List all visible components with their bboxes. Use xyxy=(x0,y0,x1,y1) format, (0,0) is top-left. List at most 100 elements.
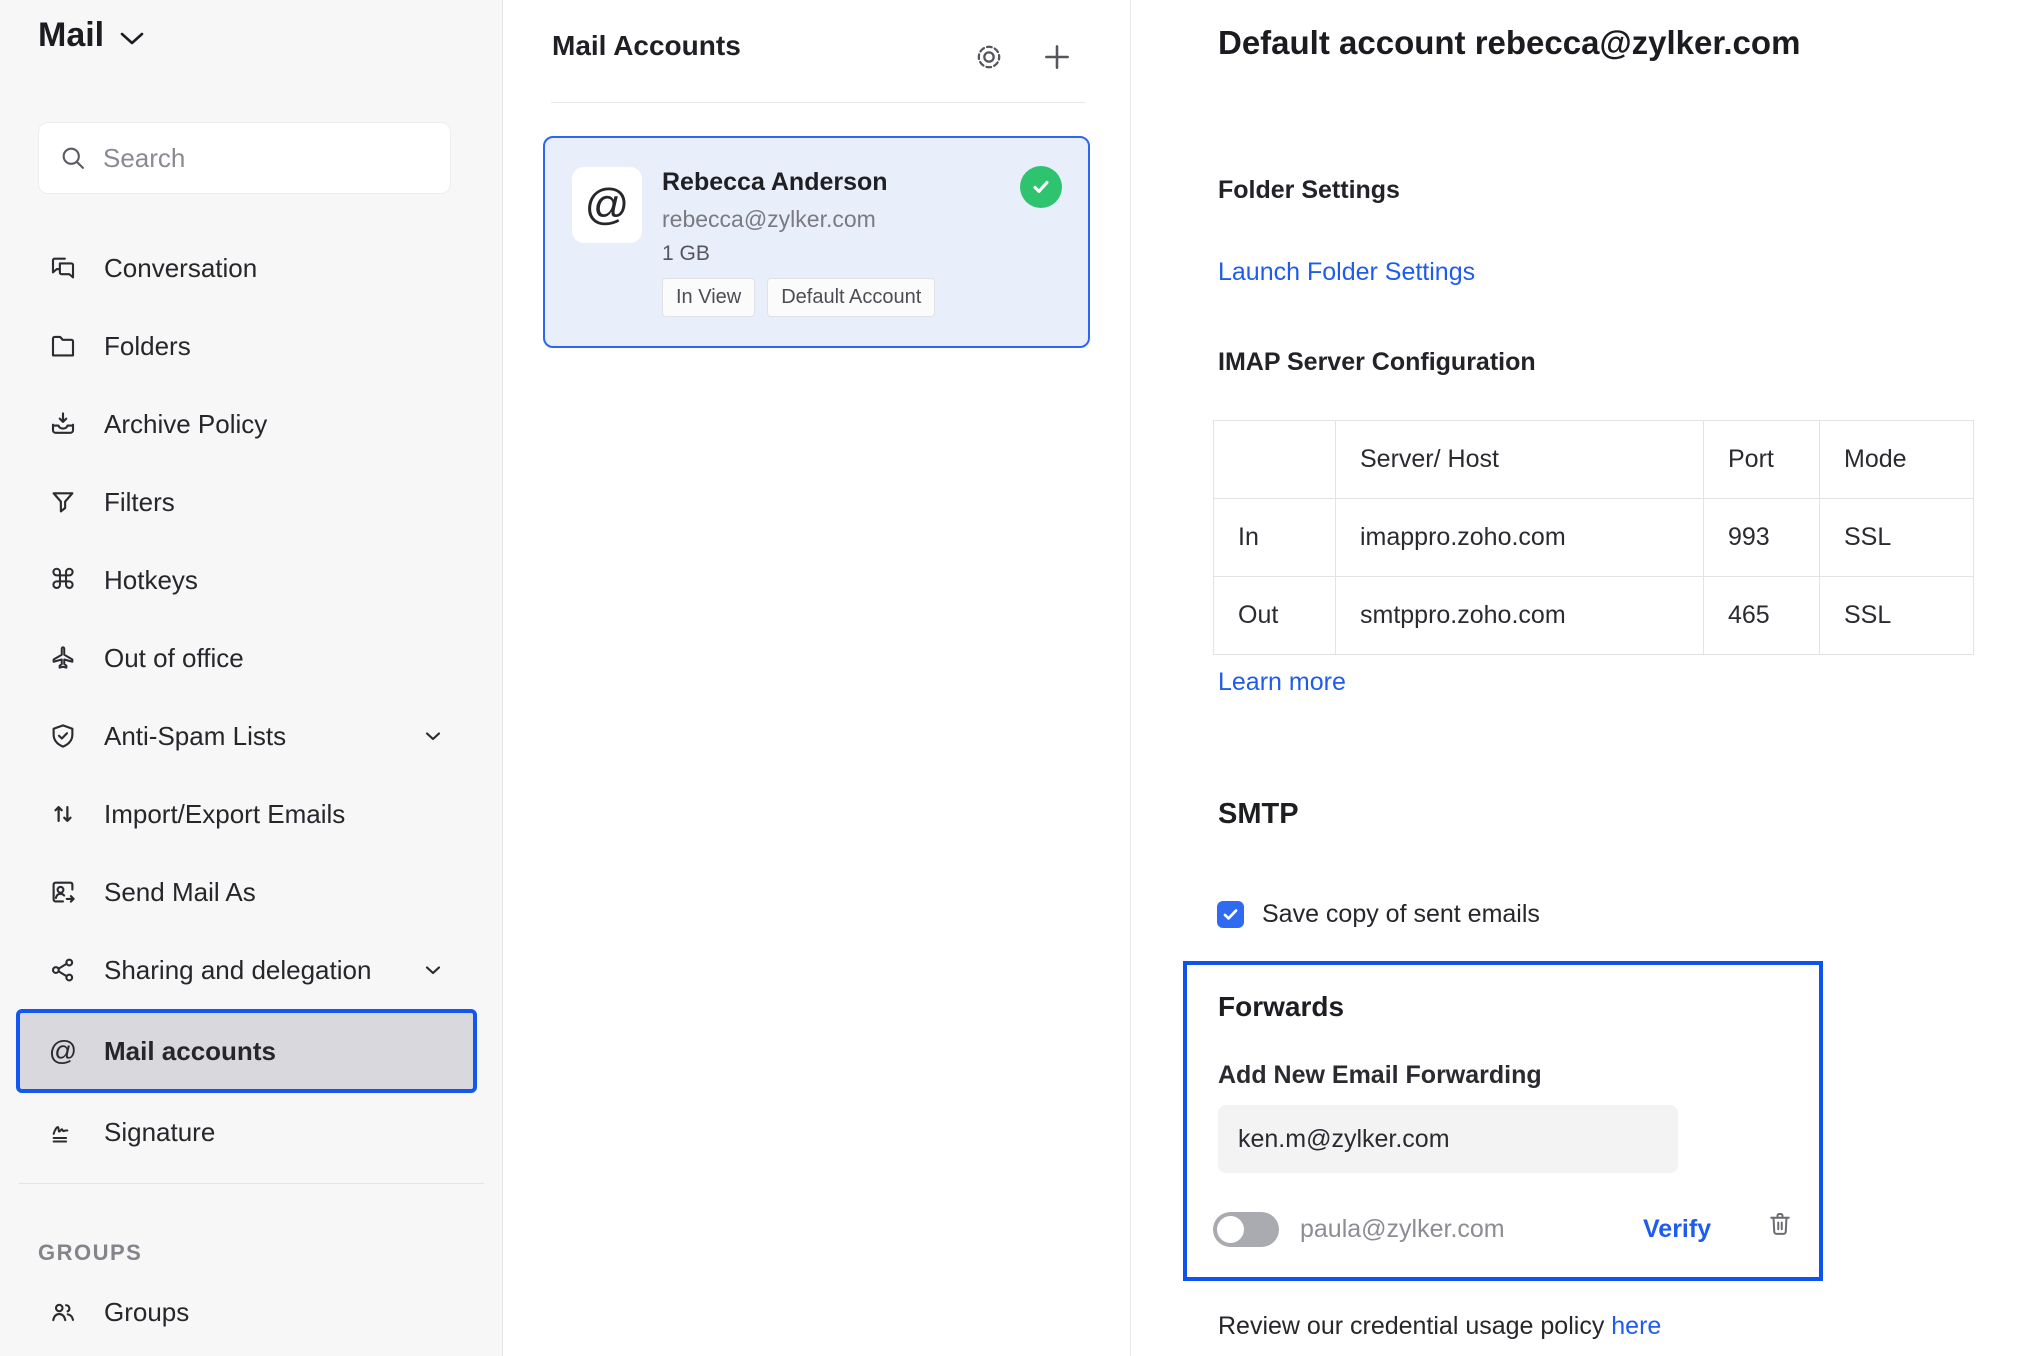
settings-sidebar: Mail Conversation Folders xyxy=(0,0,503,1356)
table-row: In imappro.zoho.com 993 SSL xyxy=(1213,498,1974,577)
account-name: Rebecca Anderson xyxy=(662,168,888,196)
forward-toggle[interactable] xyxy=(1213,1212,1279,1247)
sidebar-item-filters[interactable]: Filters xyxy=(0,463,503,541)
panel-divider xyxy=(551,102,1086,103)
folder-icon xyxy=(48,331,78,361)
status-badge: In View xyxy=(662,278,756,317)
account-avatar: @ xyxy=(572,167,642,243)
settings-nav: Conversation Folders Archive Policy Filt… xyxy=(0,229,503,1171)
save-copy-checkbox[interactable] xyxy=(1217,901,1244,928)
trash-icon[interactable] xyxy=(1765,1209,1795,1239)
sidebar-item-label: Import/Export Emails xyxy=(104,798,346,829)
policy-text: Review our credential usage policy xyxy=(1218,1312,1612,1340)
at-icon: @ xyxy=(48,1035,78,1066)
sidebar-item-label: Archive Policy xyxy=(104,408,268,439)
account-details-panel: Default account rebecca@zylker.com Folde… xyxy=(1131,0,2036,1356)
sidebar-item-sharing-delegation[interactable]: Sharing and delegation xyxy=(0,931,503,1009)
forwards-section: Forwards Add New Email Forwarding paula@… xyxy=(1183,961,1823,1281)
account-email: rebecca@zylker.com xyxy=(662,206,876,232)
sidebar-item-label: Send Mail As xyxy=(104,876,256,907)
imap-config-table: Server/ Host Port Mode In imappro.zoho.c… xyxy=(1213,420,1974,655)
share-icon xyxy=(48,955,78,985)
sidebar-item-out-of-office[interactable]: Out of office xyxy=(0,619,503,697)
smtp-heading: SMTP xyxy=(1218,798,1299,830)
learn-more-link[interactable]: Learn more xyxy=(1218,668,1346,697)
airplane-icon xyxy=(48,643,78,673)
send-as-icon xyxy=(48,877,78,907)
imap-config-heading: IMAP Server Configuration xyxy=(1218,348,1536,376)
forwarding-email-input[interactable] xyxy=(1218,1105,1678,1173)
table-header-server: Server/ Host xyxy=(1335,420,1704,499)
sidebar-item-signature[interactable]: Signature xyxy=(0,1093,503,1171)
status-badge: Default Account xyxy=(767,278,936,317)
add-account-button[interactable] xyxy=(1040,40,1074,74)
search-box[interactable] xyxy=(38,122,451,194)
table-header-mode: Mode xyxy=(1819,420,1974,499)
verify-link[interactable]: Verify xyxy=(1643,1215,1711,1244)
sidebar-item-groups[interactable]: Groups xyxy=(48,1282,189,1342)
cell-port: 465 xyxy=(1703,576,1820,655)
sidebar-item-label: Groups xyxy=(104,1296,190,1327)
command-icon: ⌘ xyxy=(49,564,77,595)
sidebar-item-send-mail-as[interactable]: Send Mail As xyxy=(0,853,503,931)
gear-icon[interactable] xyxy=(972,40,1006,74)
sidebar-item-anti-spam-lists[interactable]: Anti-Spam Lists xyxy=(0,697,503,775)
cell-host: imappro.zoho.com xyxy=(1335,498,1704,577)
sidebar-item-import-export[interactable]: Import/Export Emails xyxy=(0,775,503,853)
table-row: Out smtppro.zoho.com 465 SSL xyxy=(1213,576,1974,655)
smtp-save-copy-row: Save copy of sent emails xyxy=(1217,900,1540,929)
folder-settings-heading: Folder Settings xyxy=(1218,176,1400,204)
archive-icon xyxy=(48,409,78,439)
zoho-mail-settings: Mail Conversation Folders xyxy=(0,0,2036,1356)
app-switcher[interactable]: Mail xyxy=(38,16,144,55)
search-input[interactable] xyxy=(103,142,433,174)
sidebar-item-conversation[interactable]: Conversation xyxy=(0,229,503,307)
chevron-down-icon[interactable] xyxy=(421,724,445,748)
sidebar-item-label: Filters xyxy=(104,486,175,517)
table-header-port: Port xyxy=(1703,420,1820,499)
table-header-row: Server/ Host Port Mode xyxy=(1213,420,1974,499)
groups-section-label: GROUPS xyxy=(38,1240,143,1265)
launch-folder-settings-link[interactable]: Launch Folder Settings xyxy=(1218,258,1475,287)
sidebar-divider xyxy=(19,1183,484,1184)
forwards-heading: Forwards xyxy=(1218,991,1345,1022)
cell-host: smtppro.zoho.com xyxy=(1335,576,1704,655)
panel-title: Mail Accounts xyxy=(552,30,741,61)
account-badges: In View Default Account xyxy=(662,278,936,317)
chevron-down-icon xyxy=(120,26,144,46)
account-card[interactable]: @ Rebecca Anderson rebecca@zylker.com 1 … xyxy=(543,136,1090,348)
at-glyph: @ xyxy=(584,180,630,229)
chat-icon xyxy=(48,253,78,283)
sidebar-item-label: Mail accounts xyxy=(104,1035,276,1066)
page-title: Default account rebecca@zylker.com xyxy=(1218,24,1801,61)
sidebar-item-mail-accounts[interactable]: @ Mail accounts xyxy=(16,1009,477,1093)
arrows-up-down-icon xyxy=(48,799,78,829)
cell-port: 993 xyxy=(1703,498,1820,577)
sidebar-item-label: Hotkeys xyxy=(104,564,198,595)
sidebar-item-label: Anti-Spam Lists xyxy=(104,720,287,751)
sidebar-item-hotkeys[interactable]: ⌘ Hotkeys xyxy=(0,541,503,619)
account-storage: 1 GB xyxy=(662,242,710,265)
sidebar-item-folders[interactable]: Folders xyxy=(0,307,503,385)
cell-direction: Out xyxy=(1213,576,1336,655)
table-header-blank xyxy=(1213,420,1336,499)
signature-icon xyxy=(48,1117,78,1147)
cell-mode: SSL xyxy=(1819,576,1974,655)
cell-direction: In xyxy=(1213,498,1336,577)
save-copy-label: Save copy of sent emails xyxy=(1262,900,1540,928)
sidebar-item-label: Signature xyxy=(104,1116,216,1147)
verified-check-icon xyxy=(1020,166,1062,208)
pending-forward-email: paula@zylker.com xyxy=(1300,1215,1505,1243)
policy-here-link[interactable]: here xyxy=(1611,1312,1661,1340)
people-icon xyxy=(48,1297,78,1327)
add-forwarding-label: Add New Email Forwarding xyxy=(1218,1061,1542,1089)
chevron-down-icon[interactable] xyxy=(421,958,445,982)
credential-policy-note: Review our credential usage policy here xyxy=(1218,1312,1661,1341)
funnel-icon xyxy=(48,487,78,517)
sidebar-item-archive-policy[interactable]: Archive Policy xyxy=(0,385,503,463)
sidebar-item-label: Out of office xyxy=(104,642,244,673)
search-icon xyxy=(59,144,87,172)
sidebar-item-label: Folders xyxy=(104,330,191,361)
sidebar-item-label: Sharing and delegation xyxy=(104,954,372,985)
sidebar-item-label: Conversation xyxy=(104,252,258,283)
